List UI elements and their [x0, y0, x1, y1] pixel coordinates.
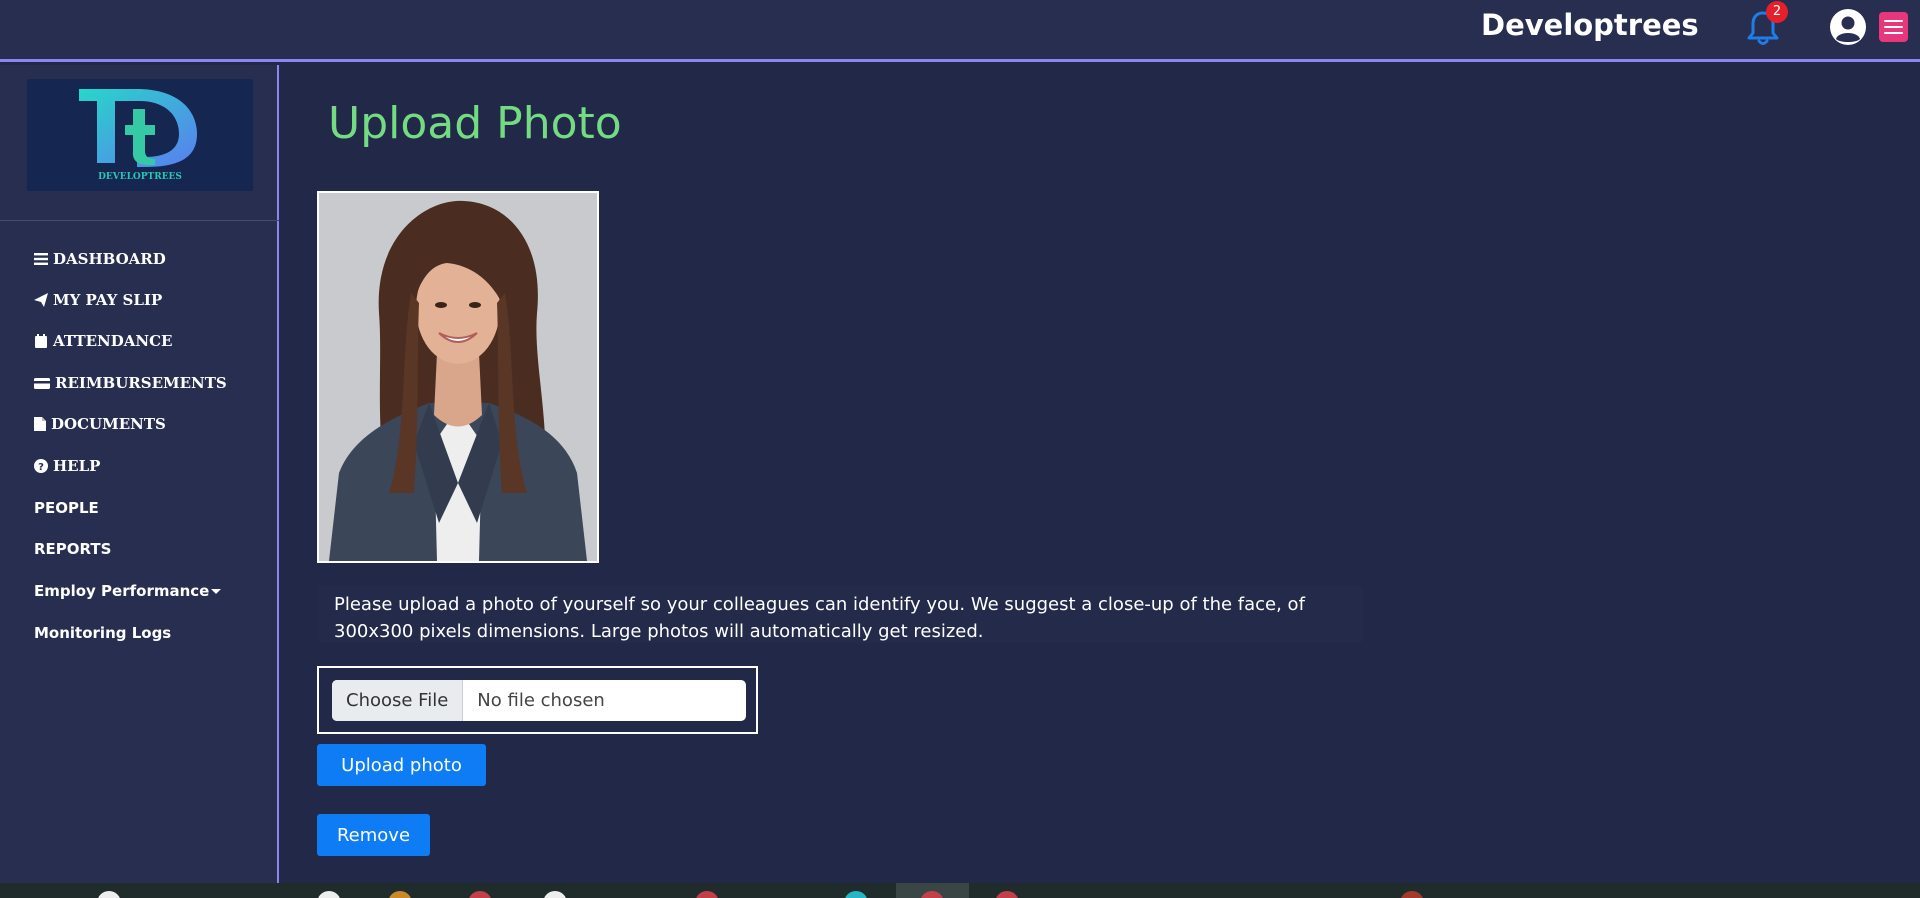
remove-button[interactable]: Remove — [317, 814, 430, 856]
profile-photo — [317, 191, 599, 563]
taskbar-app-icon[interactable] — [695, 891, 719, 898]
choose-file-button[interactable]: Choose File — [332, 680, 464, 721]
taskbar-app-icon[interactable] — [995, 891, 1019, 898]
upload-photo-button[interactable]: Upload photo — [317, 744, 486, 786]
file-status-text: No file chosen — [477, 690, 605, 711]
sidebar-item-label: HELP — [53, 457, 101, 475]
sidebar-item-label: ATTENDANCE — [53, 332, 173, 350]
sidebar-item-label: DOCUMENTS — [51, 415, 166, 433]
taskbar-app-icon[interactable] — [97, 891, 121, 898]
sidebar-item-people[interactable]: PEOPLE — [34, 496, 99, 520]
taskbar-app-icon[interactable] — [844, 891, 868, 898]
sidebar-item-documents[interactable]: DOCUMENTS — [34, 412, 166, 436]
user-circle-icon[interactable] — [1829, 8, 1867, 46]
sidebar-divider — [0, 220, 279, 221]
sidebar-item-label: DASHBOARD — [53, 250, 166, 268]
calendar-icon — [35, 334, 47, 348]
upload-instructions: Please upload a photo of yourself so you… — [318, 585, 1363, 643]
file-icon — [34, 417, 46, 431]
sidebar-item-label: REPORTS — [34, 540, 112, 558]
taskbar-app-icon[interactable] — [1400, 891, 1424, 898]
paper-plane-icon — [34, 293, 48, 307]
sidebar: DEVELOPTREES DASHBOARD MY PAY SLIP ATTEN… — [0, 65, 279, 883]
sidebar-item-help[interactable]: ? HELP — [34, 454, 100, 478]
top-header: Developtrees 2 — [0, 0, 1920, 62]
taskbar-app-icon[interactable] — [543, 891, 567, 898]
sidebar-item-label: REIMBURSEMENTS — [55, 374, 227, 392]
sidebar-item-my-pay-slip[interactable]: MY PAY SLIP — [34, 288, 162, 312]
page-title: Upload Photo — [328, 98, 622, 149]
sidebar-item-reports[interactable]: REPORTS — [34, 537, 111, 561]
file-input[interactable]: Choose File No file chosen — [332, 680, 746, 721]
sidebar-item-reimbursements[interactable]: REIMBURSEMENTS — [34, 371, 227, 395]
sidebar-item-attendance[interactable]: ATTENDANCE — [34, 329, 172, 353]
taskbar-app-icon[interactable] — [468, 891, 492, 898]
os-taskbar — [0, 883, 1920, 898]
company-logo[interactable]: DEVELOPTREES — [27, 79, 253, 191]
question-circle-icon: ? — [34, 459, 48, 473]
sidebar-item-label: Monitoring Logs — [34, 624, 172, 642]
notification-badge: 2 — [1766, 1, 1788, 23]
credit-card-icon — [34, 378, 50, 389]
sidebar-item-label: MY PAY SLIP — [53, 291, 163, 309]
taskbar-app-icon[interactable] — [388, 891, 412, 898]
sidebar-item-label: PEOPLE — [34, 499, 99, 517]
sidebar-item-employ-performance[interactable]: Employ Performance — [34, 579, 222, 603]
sidebar-item-monitoring-logs[interactable]: Monitoring Logs — [34, 621, 171, 645]
sidebar-item-dashboard[interactable]: DASHBOARD — [34, 247, 166, 271]
file-input-frame: Choose File No file chosen — [317, 666, 758, 734]
brand-name: Developtrees — [1481, 8, 1699, 42]
sidebar-item-label: Employ Performance — [34, 582, 210, 600]
logo-text: DEVELOPTREES — [98, 172, 182, 182]
hamburger-menu-icon[interactable] — [1879, 12, 1908, 42]
svg-text:?: ? — [38, 462, 44, 473]
bars-icon — [34, 253, 48, 265]
caret-down-icon — [211, 589, 222, 594]
taskbar-app-icon[interactable] — [317, 891, 341, 898]
